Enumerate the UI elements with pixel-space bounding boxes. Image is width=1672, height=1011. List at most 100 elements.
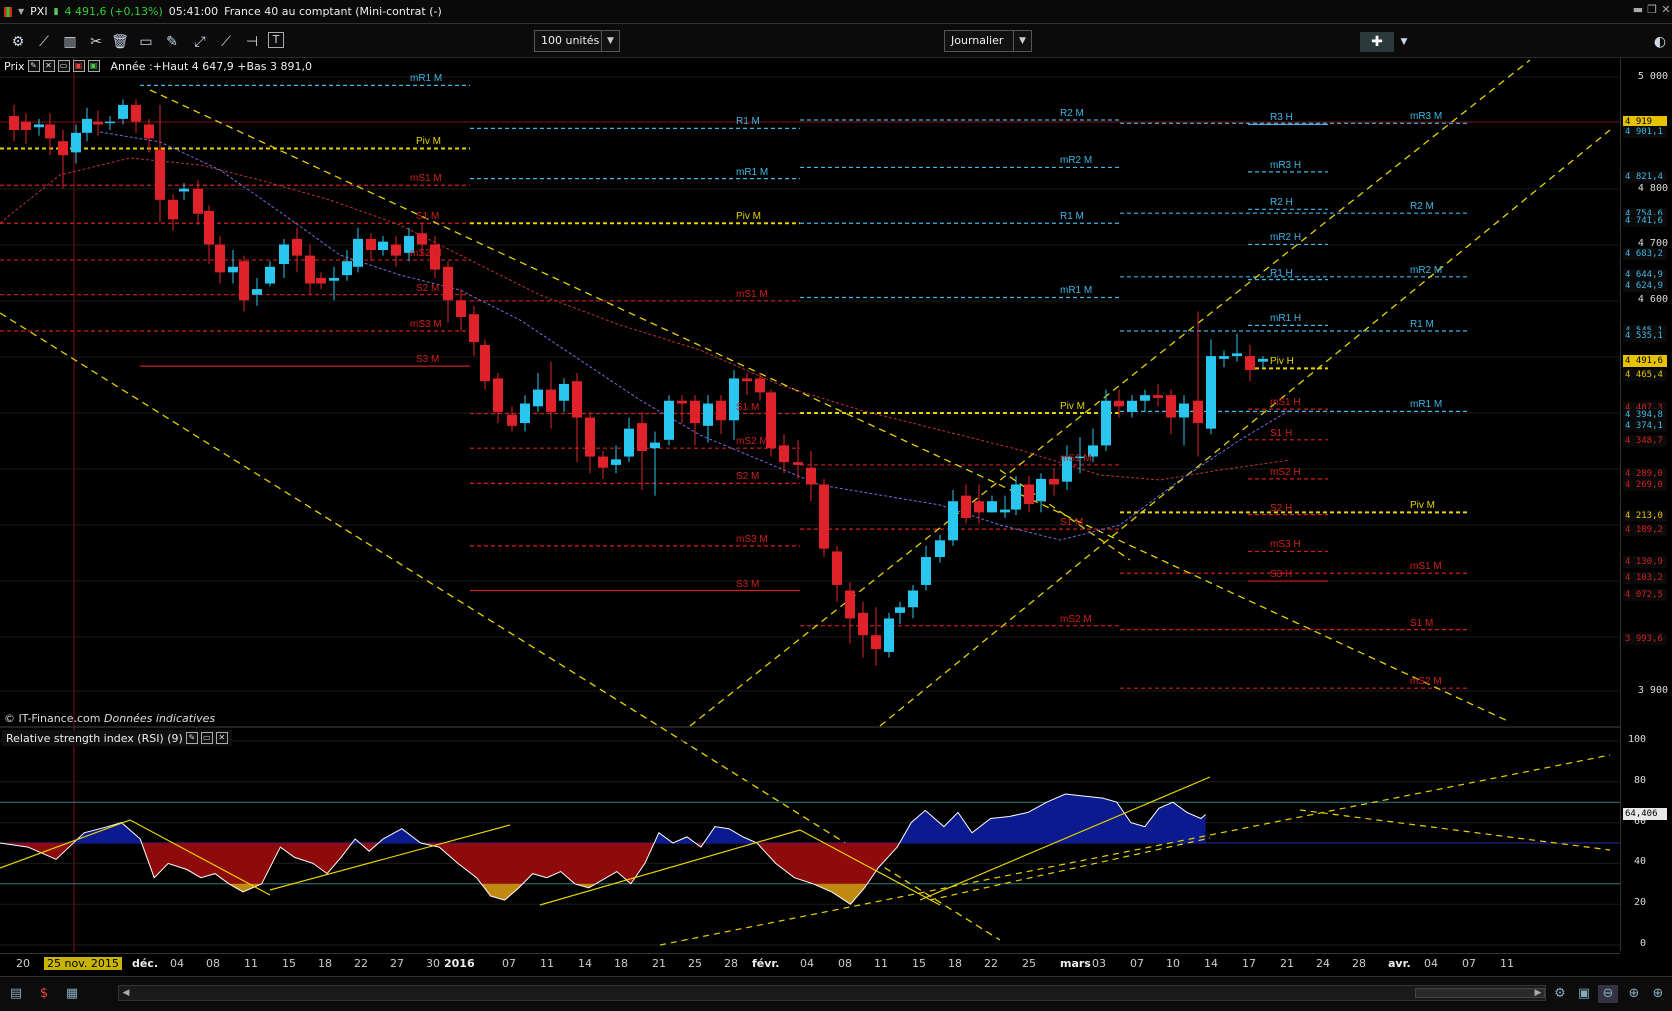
price-level-tag: 4 821,4 [1623,170,1667,183]
pivot-level-label: mS3 H [1270,539,1301,551]
pivot-level-label: mS1 M [410,173,442,185]
date-axis[interactable]: 20 25 nov. 2015 déc. 04 08 11 15 18 22 27 30 2016 07… [0,953,1620,971]
date-axis-label: 25 [1022,957,1036,970]
date-axis-label: 04 [170,957,184,970]
candle-body [265,266,275,284]
date-axis-label: 10 [1166,957,1180,970]
candle-body [1245,356,1255,371]
candle-body [82,118,92,133]
candle-body [858,612,868,636]
candle-body [520,403,530,424]
price-level-tag: 4 269,0 [1623,479,1667,492]
window-icon[interactable]: ▭ [57,60,70,72]
wrench-icon[interactable]: ✎ [185,732,198,744]
close-panel-icon[interactable]: ✕ [215,732,228,744]
pivot-level-label: R3 H [1270,112,1293,124]
candle-body [93,121,103,125]
window-icon[interactable]: ▭ [200,732,213,744]
date-axis-label: 04 [800,957,814,970]
date-axis-label: 07 [502,957,516,970]
pivot-level-label: R1 M [736,116,760,128]
candle-body [908,590,918,608]
pivot-level-label: mR3 M [1410,111,1443,123]
date-axis-label: 08 [838,957,852,970]
settings-icon[interactable]: ⚙ [1550,985,1570,1003]
candle-body [443,266,453,301]
candle-body [1258,358,1268,362]
price-level-tag: 4 213,0 [1623,510,1667,523]
candle-body [793,462,803,465]
scroll-left-icon[interactable]: ◀ [119,986,133,1000]
rsi-axis-label: 100 [1627,734,1646,745]
pivot-level-label: S1 M [736,401,760,413]
candle-body [664,400,674,440]
symbol-list-icon[interactable]: $ [34,985,54,1003]
pivot-level-label: mR2 M [1060,155,1093,167]
candle-body [884,618,894,652]
date-axis-label: 03 [1092,957,1106,970]
calculator-icon[interactable]: ▦ [62,985,82,1003]
pivot-level-label: mR1 M [1060,285,1093,297]
wrench-icon[interactable]: ✎ [27,60,40,72]
scroll-right-icon[interactable]: ▶ [1531,986,1545,1000]
pivot-level-label: mR2 H [1270,232,1302,244]
zoom-out-icon[interactable]: ⊖ [1598,985,1618,1003]
rsi-axis-label: 0 [1639,938,1646,949]
candle-body [1000,509,1010,513]
candle-body [329,277,339,281]
date-axis-label: 22 [354,957,368,970]
date-axis-label: 22 [984,957,998,970]
zoom-fit-icon[interactable]: ▣ [1574,985,1594,1003]
price-axis[interactable]: 5 000 4 800 4 700 4 600 3 900 4 919 4 901,1 4 … [1620,58,1672,951]
pivot-level-label: S1 M [1060,517,1084,529]
candle-body [1219,356,1229,359]
candle-body [1049,478,1059,485]
candle-body [755,378,765,393]
candle-body [779,445,789,463]
close-panel-icon[interactable]: ✕ [42,60,55,72]
horizontal-scrollbar[interactable]: ◀ ▶ [118,985,1546,1001]
date-axis-label: 24 [1316,957,1330,970]
add-panel-icon[interactable]: ▣ [87,60,100,72]
copyright-note: Données indicatives [104,712,216,725]
date-axis-label: 25 nov. 2015 [44,957,122,970]
status-bar: ▤ $ ▦ ◀ ▶ ⚙ ▣ ⊖ ⊕ ⊕ [0,976,1672,1011]
export-icon[interactable]: ▣ [72,60,85,72]
chart-icon[interactable]: ▤ [6,985,26,1003]
candle-body [871,635,881,650]
moving-average-short [99,131,1291,541]
price-level-tag: 4 491,6 [1623,354,1667,367]
candle-body [637,423,647,451]
date-axis-label: 28 [724,957,738,970]
candle-body [456,300,466,318]
copyright-notice: © IT-Finance.com Données indicatives [4,712,215,725]
price-level-tag: 4 535,1 [1623,330,1667,343]
price-panel-legend: Prix ✎ ✕ ▭ ▣ ▣ Année :+Haut 4 647,9 +Bas… [4,58,312,74]
candle-body [378,241,388,251]
pivot-level-label: mS1 M [1410,561,1442,573]
candle-body [131,104,141,122]
rsi-trend-line [1299,809,1611,851]
candle-body [819,484,829,549]
date-axis-label: 15 [282,957,296,970]
price-axis-label: 5 000 [1637,71,1668,82]
pivot-level-label: mS3 M [736,533,768,545]
candle-body [1127,400,1137,412]
candle-body [585,417,595,457]
candle-body [742,378,752,382]
candle-body [895,607,905,613]
candle-body [252,289,262,295]
pivot-level-label: R2 H [1270,197,1293,209]
pivot-level-label: Piv M [1410,500,1435,512]
pivot-level-label: mR1 H [1270,313,1302,325]
magnifier-icon[interactable]: ⊕ [1648,985,1668,1003]
candle-body [1153,395,1163,398]
date-axis-label: 14 [578,957,592,970]
candle-body [1101,400,1111,446]
pivot-level-label: mS2 M [410,248,442,260]
zoom-in-icon[interactable]: ⊕ [1624,985,1644,1003]
pivot-level-label: mS2 H [1270,466,1301,478]
scroll-thumb[interactable] [1415,988,1545,998]
pivot-level-label: S3 M [416,354,440,366]
candle-body [987,501,997,513]
